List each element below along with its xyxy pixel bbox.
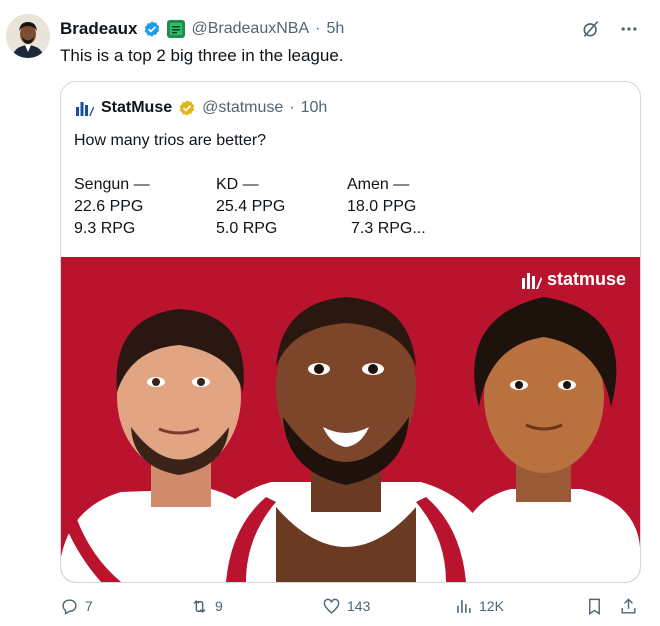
retweet-icon: [193, 599, 206, 613]
quote-author-name[interactable]: StatMuse: [101, 99, 172, 117]
share-icon: [621, 597, 636, 614]
quote-author-handle[interactable]: @statmuse: [202, 99, 283, 117]
quoted-tweet-card[interactable]: StatMuse @statmuse · 10h How many trios …: [60, 81, 641, 583]
player-ppg: 25.4 PPG: [216, 198, 286, 215]
author-avatar[interactable]: [6, 14, 50, 58]
like-button[interactable]: 143: [322, 594, 370, 618]
retweet-button[interactable]: 9: [190, 594, 223, 618]
player-ppg: 22.6 PPG: [74, 198, 144, 215]
statmuse-logo-icon: [76, 102, 94, 116]
like-count: 143: [347, 598, 371, 614]
tweet-header: Bradeaux @BradeauxNBA · 5h: [60, 17, 640, 41]
avatar-image: [6, 14, 50, 58]
share-button[interactable]: [619, 594, 638, 618]
quote-separator-dot: ·: [289, 99, 295, 116]
quote-text: How many trios are better?: [74, 132, 267, 149]
quote-media-image[interactable]: statmuse: [61, 257, 640, 582]
player-name: Amen —: [347, 176, 410, 193]
player-name: Sengun —: [74, 176, 150, 193]
tweet-action-bar: 7 9 143 12K: [60, 594, 645, 618]
affiliate-badge-icon[interactable]: [167, 20, 186, 38]
quote-header: StatMuse @statmuse · 10h: [75, 98, 327, 118]
player-rpg: 9.3 RPG: [74, 220, 136, 237]
views-count: 12K: [479, 598, 504, 614]
tweet-time[interactable]: 5h: [326, 20, 344, 38]
grok-icon[interactable]: [580, 18, 602, 40]
bookmark-button[interactable]: [585, 594, 604, 618]
views-chart-icon: [457, 599, 471, 613]
player-illustration-center: [191, 297, 501, 582]
gold-verified-badge-icon: [179, 100, 195, 116]
reply-button[interactable]: 7: [60, 594, 93, 618]
tweet-text: This is a top 2 big three in the league.: [60, 46, 344, 65]
player-rpg: 7.3 RPG...: [351, 220, 426, 237]
player-rpg: 5.0 RPG: [216, 220, 278, 237]
quote-time[interactable]: 10h: [301, 99, 328, 117]
views-button[interactable]: 12K: [454, 594, 504, 618]
player-stats-amen: Amen — 18.0 PPG 7.3 RPG...: [347, 174, 426, 240]
reply-icon: [62, 598, 77, 615]
more-options-icon[interactable]: [618, 18, 640, 40]
author-handle[interactable]: @BradeauxNBA: [191, 20, 309, 38]
retweet-count: 9: [215, 598, 223, 614]
player-stats-sengun: Sengun — 22.6 PPG 9.3 RPG: [74, 174, 150, 240]
reply-count: 7: [85, 598, 93, 614]
heart-icon: [323, 598, 340, 614]
separator-dot: ·: [315, 20, 321, 37]
author-name[interactable]: Bradeaux: [60, 19, 137, 39]
player-ppg: 18.0 PPG: [347, 198, 417, 215]
header-actions: [580, 17, 640, 41]
player-name: KD —: [216, 176, 259, 193]
verified-badge-icon: [145, 21, 160, 37]
player-stats-kd: KD — 25.4 PPG 5.0 RPG: [216, 174, 285, 240]
players-illustration: [61, 297, 640, 582]
bookmark-icon: [589, 598, 600, 615]
